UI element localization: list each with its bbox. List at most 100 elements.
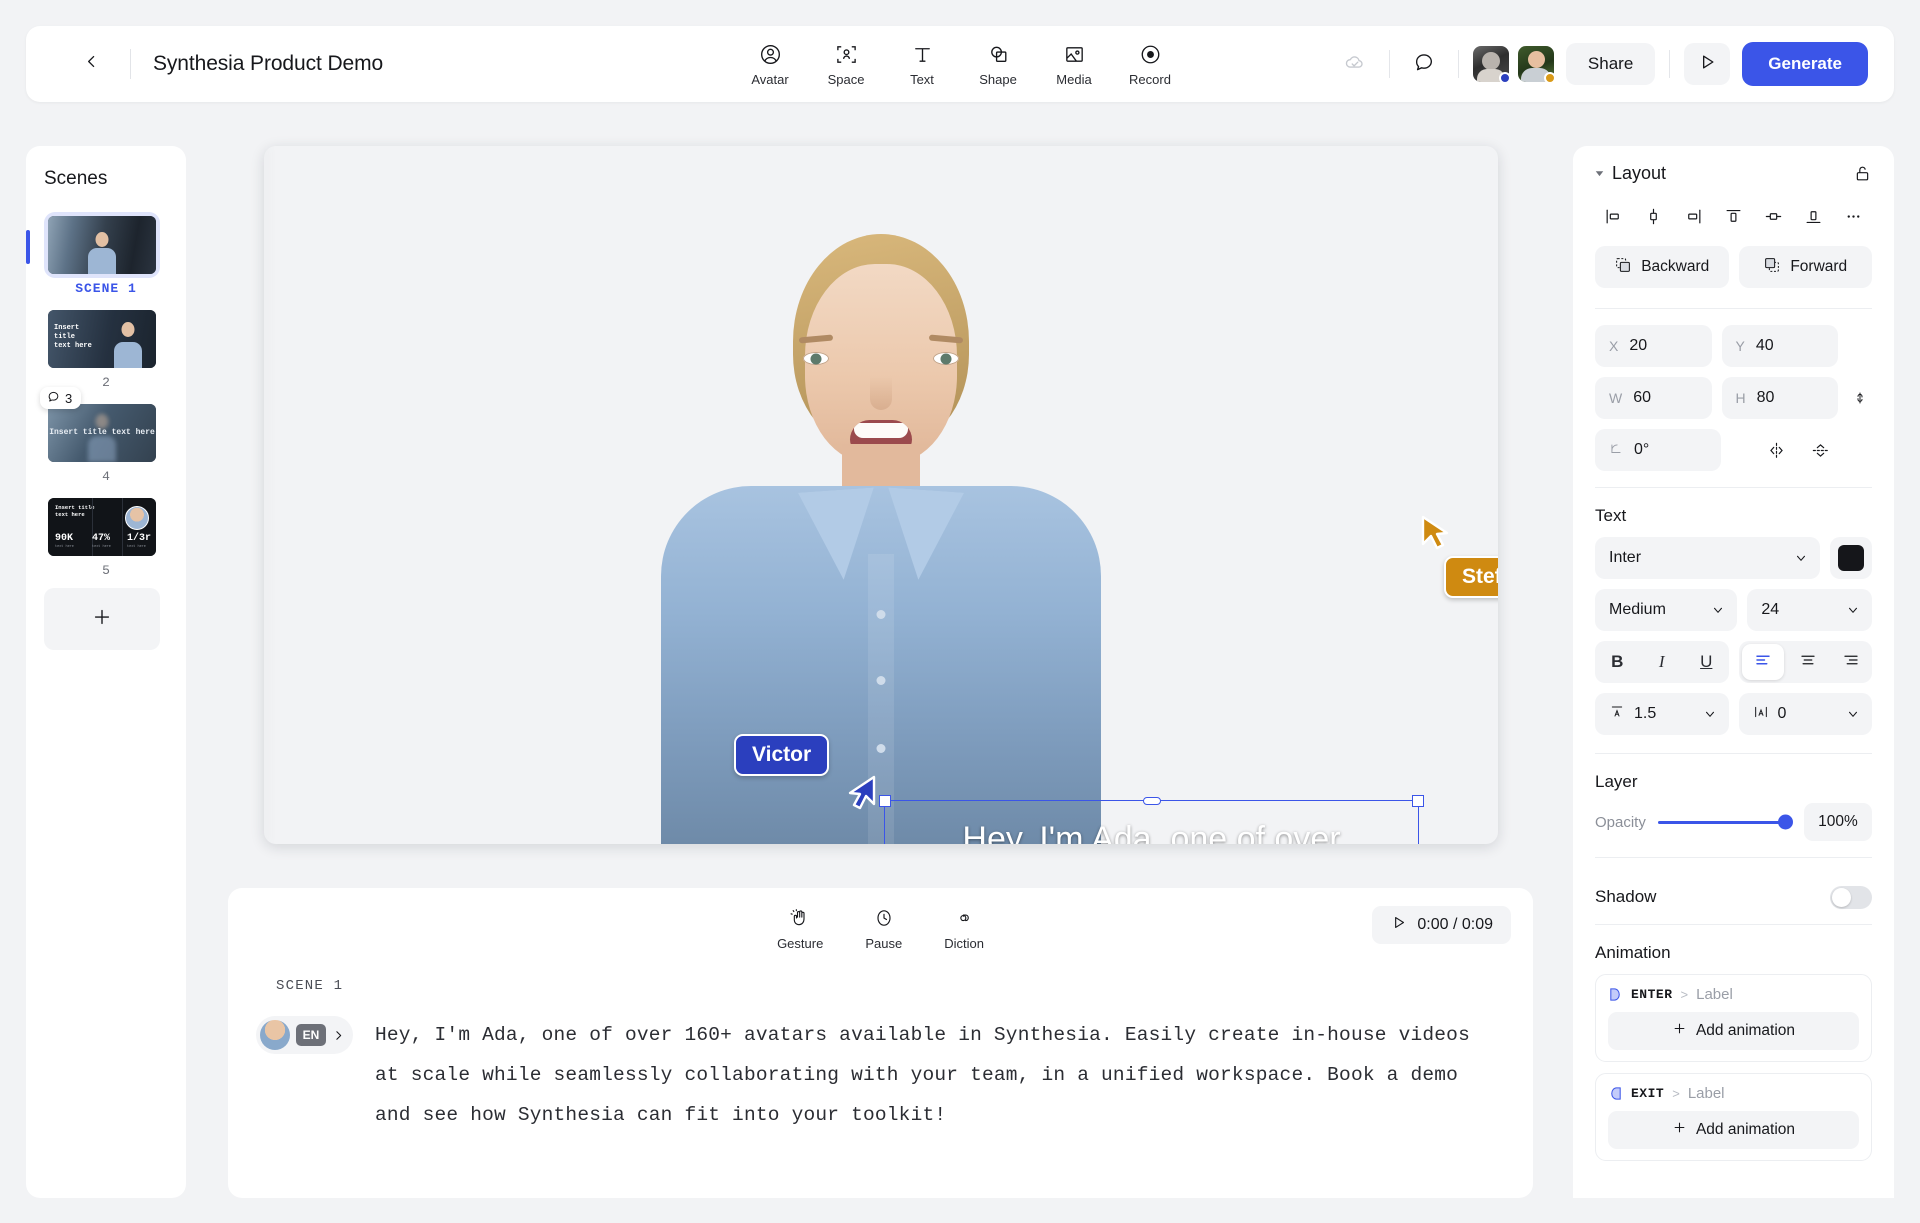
comments-button[interactable] [1404, 44, 1444, 84]
letter-spacing-select[interactable]: 0 [1739, 693, 1873, 735]
tool-record[interactable]: Record [1119, 37, 1181, 91]
space-icon [835, 41, 858, 67]
scene-thumbnail[interactable]: Insert title text here [44, 400, 160, 466]
unlock-icon[interactable] [1853, 164, 1872, 183]
selected-text-element[interactable]: Hey, I'm Ada, one of over 160+ avatars a… [884, 800, 1419, 844]
section-title-layer: Layer [1595, 772, 1872, 792]
voice-language-selector[interactable]: EN [256, 1016, 353, 1054]
bring-forward-button[interactable]: Forward [1739, 246, 1873, 288]
align-left-icon[interactable] [1595, 200, 1631, 232]
scene-thumbnail-image: Insert title text here [48, 404, 156, 462]
scene-thumbnail[interactable]: Insert titletext here 90Ktext here 47%te… [44, 494, 160, 560]
collaborator-tag-victor: Victor [734, 734, 829, 776]
font-size-select[interactable]: 24 [1747, 589, 1872, 631]
align-center-vertical-icon[interactable] [1755, 200, 1791, 232]
generate-button[interactable]: Generate [1742, 42, 1868, 86]
tool-label: Space [828, 72, 865, 87]
share-button[interactable]: Share [1566, 43, 1655, 85]
flip-horizontal-icon[interactable] [1759, 433, 1793, 467]
text-format-row: B I U [1595, 641, 1872, 683]
chevron-down-icon [1846, 707, 1860, 721]
align-top-icon[interactable] [1715, 200, 1751, 232]
opacity-value[interactable]: 100% [1804, 803, 1872, 841]
align-right-icon[interactable] [1675, 200, 1711, 232]
flip-vertical-icon[interactable] [1803, 433, 1837, 467]
preview-button[interactable] [1684, 43, 1730, 85]
avatar-layer[interactable] [651, 224, 1111, 844]
y-field[interactable]: Y 40 [1722, 325, 1839, 367]
y-label: Y [1736, 338, 1745, 354]
tool-space[interactable]: Space [815, 37, 877, 91]
shadow-label: Shadow [1595, 887, 1656, 907]
line-height-select[interactable]: 1.5 [1595, 693, 1729, 735]
resize-handle-top-left[interactable] [879, 795, 891, 807]
w-field[interactable]: W 60 [1595, 377, 1712, 419]
line-height-icon [1609, 704, 1625, 725]
script-textarea[interactable]: Hey, I'm Ada, one of over 160+ avatars a… [375, 1016, 1475, 1136]
align-text-left-icon [1754, 651, 1772, 674]
comment-count-badge[interactable]: 3 [40, 387, 81, 409]
media-icon [1063, 41, 1086, 67]
rotation-icon [1609, 442, 1623, 459]
list-item[interactable]: Inserttitletext here 2 [44, 306, 168, 390]
more-icon[interactable] [1835, 200, 1871, 232]
tool-label: Record [1129, 72, 1171, 87]
align-text-left-button[interactable] [1742, 644, 1785, 680]
add-scene-button[interactable] [44, 588, 160, 650]
x-label: X [1609, 338, 1618, 354]
add-animation-label: Add animation [1696, 1022, 1795, 1040]
add-exit-animation-button[interactable]: Add animation [1608, 1111, 1859, 1149]
list-item[interactable]: Insert titletext here 90Ktext here 47%te… [44, 494, 168, 578]
cloud-saved-button[interactable] [1335, 44, 1375, 84]
tool-avatar[interactable]: Avatar [739, 37, 801, 91]
layout-section-header[interactable]: Layout [1595, 146, 1872, 200]
script-scene-tag: SCENE 1 [276, 978, 1533, 994]
italic-button[interactable]: I [1640, 641, 1685, 683]
tool-media[interactable]: Media [1043, 37, 1105, 91]
link-dimensions-icon[interactable] [1848, 390, 1872, 406]
line-height-value: 1.5 [1634, 705, 1656, 723]
add-enter-animation-button[interactable]: Add animation [1608, 1012, 1859, 1050]
w-value: 60 [1633, 389, 1651, 407]
opacity-slider[interactable] [1658, 821, 1792, 824]
font-family-select[interactable]: Inter [1595, 537, 1820, 579]
h-value: 80 [1757, 389, 1775, 407]
rotation-field[interactable]: 0° [1595, 429, 1721, 471]
tool-text[interactable]: Text [891, 37, 953, 91]
list-item[interactable]: 3 Insert title text here 4 [44, 400, 168, 484]
playback-timecode[interactable]: 0:00 / 0:09 [1372, 906, 1511, 944]
h-field[interactable]: H 80 [1722, 377, 1839, 419]
align-text-right-button[interactable] [1830, 641, 1873, 683]
align-center-horizontal-icon[interactable] [1635, 200, 1671, 232]
resize-handle-top[interactable] [1143, 797, 1161, 805]
animation-label: Label [1688, 1085, 1725, 1102]
opacity-slider-knob[interactable] [1778, 815, 1793, 830]
tool-shape[interactable]: Shape [967, 37, 1029, 91]
tool-label: Media [1056, 72, 1091, 87]
list-item[interactable]: SCENE 1 [44, 212, 168, 296]
pause-button[interactable]: Pause [857, 904, 910, 955]
script-panel: Gesture Pause Diction 0:00 / 0:09 [228, 888, 1533, 1198]
font-row: Inter [1595, 537, 1872, 579]
avatar[interactable] [1518, 46, 1554, 82]
video-canvas[interactable]: Steffen Victor Hey, I'm Ada, one of over… [264, 146, 1498, 844]
resize-handle-top-right[interactable] [1412, 795, 1424, 807]
x-field[interactable]: X 20 [1595, 325, 1712, 367]
align-text-center-button[interactable] [1787, 641, 1830, 683]
scene-thumbnail[interactable] [44, 212, 160, 278]
shadow-toggle[interactable] [1830, 886, 1872, 909]
chevron-down-icon [1703, 707, 1717, 721]
font-weight-select[interactable]: Medium [1595, 589, 1737, 631]
opacity-label: Opacity [1595, 814, 1646, 831]
underline-button[interactable]: U [1684, 641, 1729, 683]
bold-button[interactable]: B [1595, 641, 1640, 683]
back-button[interactable] [74, 47, 108, 81]
scene-thumbnail[interactable]: Inserttitletext here [44, 306, 160, 372]
avatar[interactable] [1473, 46, 1509, 82]
send-backward-button[interactable]: Backward [1595, 246, 1729, 288]
font-color-swatch[interactable] [1830, 537, 1872, 579]
diction-button[interactable]: Diction [936, 904, 992, 955]
enter-animation-icon [1608, 987, 1623, 1002]
align-bottom-icon[interactable] [1795, 200, 1831, 232]
gesture-button[interactable]: Gesture [769, 904, 831, 955]
